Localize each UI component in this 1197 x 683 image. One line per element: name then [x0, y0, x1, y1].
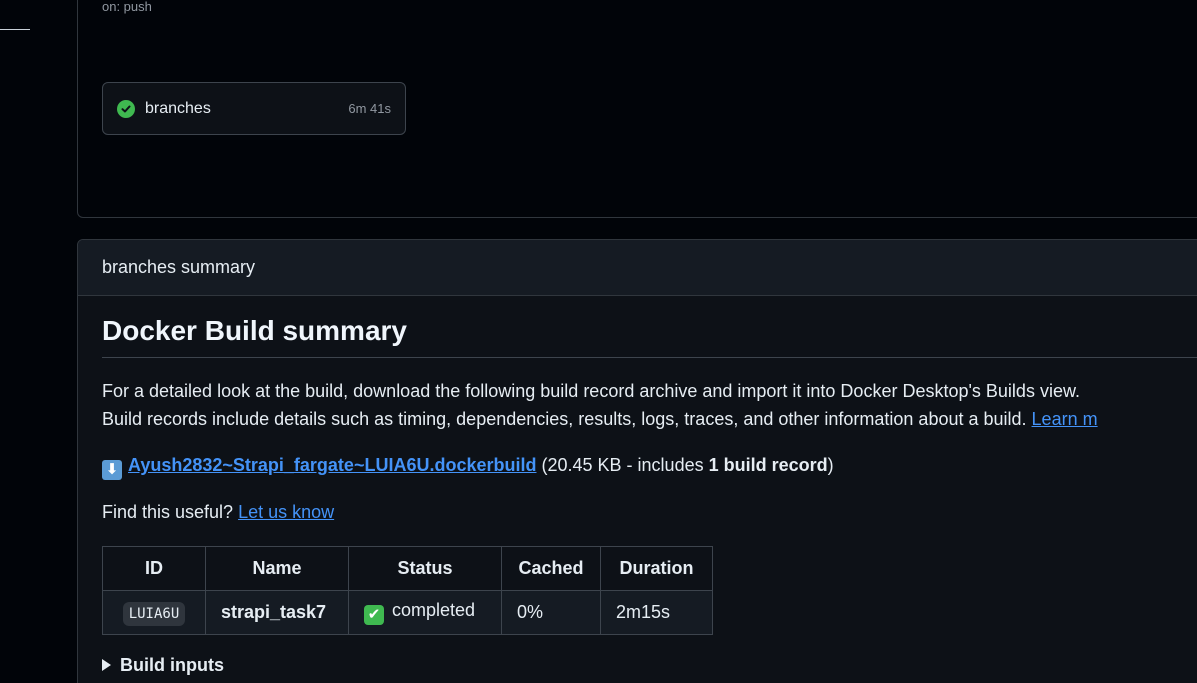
build-name: strapi_task7	[221, 601, 327, 622]
build-name-cell: strapi_task7	[205, 589, 349, 635]
summary-header: branches summary	[78, 240, 1197, 296]
build-records-table: ID Name Status Cached Duration LUIA6U st…	[102, 545, 713, 635]
build-inputs-label: Build inputs	[120, 654, 224, 675]
feedback-text: Find this useful?	[102, 501, 239, 522]
disclosure-triangle-icon	[102, 659, 111, 672]
workflow-run-page: on: push branches 6m 41s branches summar…	[0, 0, 1197, 683]
build-duration-cell: 2m15s	[600, 589, 713, 635]
download-arrow-icon: ⬇	[102, 459, 122, 480]
sidebar-divider	[0, 29, 30, 30]
column-header-id: ID	[102, 545, 206, 591]
build-inputs-disclosure[interactable]: Build inputs	[102, 655, 1197, 676]
job-summary-panel: branches summary Docker Build summary Fo…	[77, 239, 1197, 683]
build-id-cell: LUIA6U	[102, 589, 206, 635]
build-status-cell: ✔ completed	[348, 589, 502, 635]
feedback-link[interactable]: Let us know	[238, 502, 334, 522]
column-header-name: Name	[205, 545, 349, 591]
build-cached-cell: 0%	[501, 589, 601, 635]
download-size-prefix: (20.45 KB - includes	[541, 454, 709, 475]
column-header-duration: Duration	[600, 545, 713, 591]
check-mark-icon: ✔	[364, 604, 384, 625]
summary-body: Docker Build summary For a detailed look…	[78, 296, 1197, 676]
description-line-2: Build records include details such as ti…	[102, 408, 1027, 429]
job-name: branches	[145, 99, 211, 117]
summary-description: For a detailed look at the build, downlo…	[102, 377, 1197, 433]
table-header-row: ID Name Status Cached Duration	[102, 545, 713, 591]
build-record-count: 1 build record	[708, 454, 828, 475]
check-circle-icon	[117, 99, 135, 118]
table-row: LUIA6U strapi_task7 ✔ completed 0% 2m15s	[102, 589, 713, 635]
job-duration: 6m 41s	[348, 101, 391, 116]
build-record-download-link[interactable]: Ayush2832~Strapi_fargate~LUIA6U.dockerbu…	[128, 455, 536, 475]
description-line-1: For a detailed look at the build, downlo…	[102, 380, 1080, 401]
column-header-cached: Cached	[501, 545, 601, 591]
build-status: completed	[392, 599, 476, 620]
build-id: LUIA6U	[122, 601, 186, 626]
column-header-status: Status	[348, 545, 502, 591]
workflow-trigger: on: push	[102, 0, 152, 14]
job-card-branches[interactable]: branches 6m 41s	[102, 82, 406, 135]
summary-title: Docker Build summary	[102, 296, 1197, 358]
workflow-graph-panel: on: push branches 6m 41s	[77, 0, 1197, 218]
feedback-line: Find this useful? Let us know	[102, 498, 1197, 526]
download-line: ⬇ Ayush2832~Strapi_fargate~LUIA6U.dockerb…	[102, 451, 1197, 480]
download-size-suffix: )	[827, 454, 834, 475]
learn-more-link[interactable]: Learn m	[1032, 409, 1098, 429]
